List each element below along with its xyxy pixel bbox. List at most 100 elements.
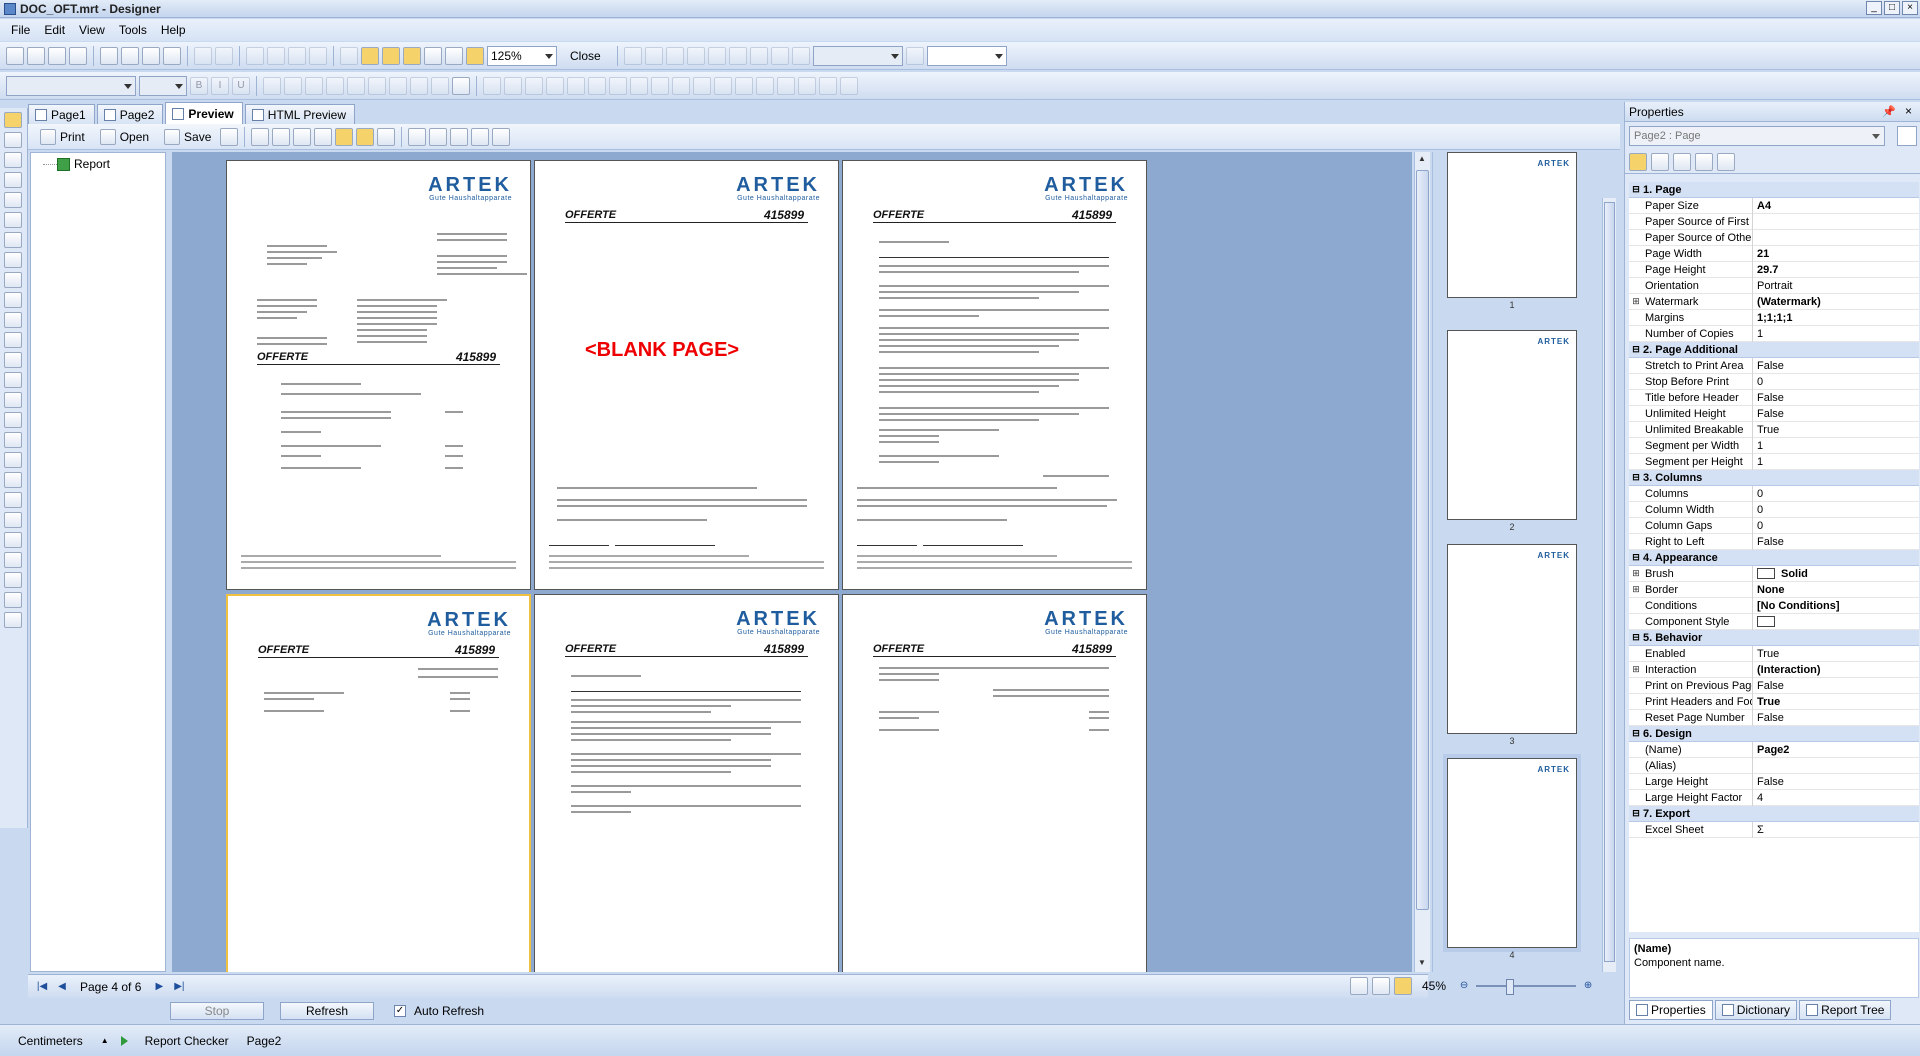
bold-icon[interactable]: B [190,76,208,95]
object-selector[interactable]: Page2 : Page [1629,126,1885,146]
redo-icon[interactable] [215,46,233,65]
gauge-icon[interactable] [4,492,22,508]
next-page-icon[interactable]: ▶ [151,979,167,995]
border-right-icon[interactable] [728,46,747,65]
property-row[interactable]: Conditions [No Conditions] [1629,597,1919,614]
property-value[interactable]: Portrait [1753,278,1919,294]
property-row[interactable]: Enabled True [1629,645,1919,662]
property-value[interactable]: True [1753,694,1919,710]
collapse-icon[interactable]: ⊟ [1629,808,1643,819]
property-value[interactable]: Σ [1753,822,1919,838]
property-value[interactable]: False [1753,774,1919,790]
property-row[interactable]: Page Width 21 [1629,245,1919,262]
rotate-icon[interactable] [410,76,428,95]
zoom-in-icon[interactable]: ⊕ [1580,978,1596,994]
image-icon[interactable] [4,312,22,328]
property-row[interactable]: Paper Size A4 [1629,197,1919,214]
horizontal-line-icon[interactable] [4,532,22,548]
property-value[interactable]: (Watermark) [1753,294,1919,310]
property-row[interactable]: Unlimited Breakable True [1629,421,1919,438]
align-grid-icon[interactable] [382,46,400,65]
one-page-icon[interactable] [1350,977,1368,995]
property-value[interactable]: 0 [1753,518,1919,534]
new-page-icon[interactable] [100,46,118,65]
property-row[interactable]: ⊞ Watermark (Watermark) [1629,293,1919,310]
rich-text-icon[interactable] [4,292,22,308]
collapse-icon[interactable]: ⊟ [1629,184,1643,195]
border-bottom-icon[interactable] [707,46,726,65]
header-band-icon[interactable] [4,252,22,268]
align-bottom-icon[interactable] [389,76,407,95]
select-all-icon[interactable] [340,46,358,65]
copy-icon[interactable] [267,46,285,65]
property-pages-icon[interactable] [1673,152,1691,171]
rounded-rectangle-icon[interactable] [4,592,22,608]
new-form-icon[interactable] [121,46,139,65]
link-icon[interactable] [840,76,858,95]
thumbnails-scrollbar[interactable] [1602,198,1616,972]
expand-icon[interactable]: ⊞ [1629,584,1643,595]
property-row[interactable]: Columns 0 [1629,485,1919,502]
minimize-button[interactable]: _ [1866,1,1882,15]
collapse-icon[interactable]: ⊟ [1629,632,1643,643]
highlight-icon[interactable] [452,76,470,95]
move-forward-icon[interactable] [777,76,795,95]
align-to-grid-icon[interactable] [483,76,501,95]
align-left-icon[interactable] [263,76,281,95]
new-page-icon[interactable] [251,127,270,146]
font-style-icon[interactable] [905,46,924,65]
text-color-icon[interactable] [431,76,449,95]
clone-icon[interactable] [4,392,22,408]
collapse-icon[interactable]: ⊟ [1629,552,1643,563]
send-to-back-icon[interactable] [756,76,774,95]
property-value[interactable]: 1 [1753,326,1919,342]
scroll-thumb[interactable] [1416,170,1429,910]
font-name-combo[interactable] [6,75,136,96]
events-icon[interactable] [1695,152,1713,171]
cross-tab-icon[interactable] [4,452,22,468]
align-rights-icon[interactable] [546,76,564,95]
save-button[interactable]: Save [158,128,217,145]
tab-preview[interactable]: Preview [165,102,243,124]
print-button[interactable]: Print [34,128,91,145]
border-none-icon[interactable] [644,46,663,65]
property-value[interactable]: False [1753,710,1919,726]
text-box-icon[interactable] [4,272,22,288]
collapse-icon[interactable]: ⊟ [1629,472,1643,483]
property-row[interactable]: Title before Header False [1629,389,1919,406]
align-bottoms-icon[interactable] [609,76,627,95]
thumbnail-page-2[interactable]: ARTEK [1447,330,1577,520]
line-style-combo[interactable] [812,45,903,66]
table-icon[interactable] [4,432,22,448]
make-same-width-icon[interactable] [651,76,669,95]
property-category[interactable]: ⊟ 7. Export [1629,806,1919,822]
page-size-icon[interactable] [314,127,333,146]
property-value[interactable]: 4 [1753,790,1919,806]
expand-icon[interactable]: ⊞ [1629,296,1643,307]
property-category[interactable]: ⊟ 3. Columns [1629,470,1919,486]
tab-report-tree[interactable]: Report Tree [1799,1000,1892,1020]
cut-icon[interactable] [246,46,264,65]
property-row[interactable]: Print on Previous Page False [1629,677,1919,694]
property-value[interactable]: 0 [1753,374,1919,390]
preview-page-3[interactable]: ARTEK Gute Haushaltapparate OFFERTE 41589… [842,160,1147,590]
property-row[interactable]: Orientation Portrait [1629,277,1919,294]
property-row[interactable]: Reset Page Number False [1629,709,1919,726]
tab-html-preview[interactable]: HTML Preview [244,104,356,124]
scroll-up-icon[interactable]: ▲ [1417,154,1427,164]
justify-icon[interactable] [326,76,344,95]
move-backward-icon[interactable] [798,76,816,95]
undo-icon[interactable] [194,46,212,65]
align-tops-icon[interactable] [567,76,585,95]
alphabetical-icon[interactable] [1651,152,1669,171]
bookmarks-icon[interactable] [356,127,375,146]
expand-icon[interactable]: ⊞ [1629,664,1643,675]
property-value[interactable]: False [1753,390,1919,406]
property-value[interactable]: False [1753,358,1919,374]
thumbnail-page-3[interactable]: ARTEK [1447,544,1577,734]
property-row[interactable]: Unlimited Height False [1629,405,1919,422]
border-top-icon[interactable] [686,46,705,65]
property-value[interactable]: 0 [1753,502,1919,518]
property-row[interactable]: Segment per Height 1 [1629,453,1919,470]
tab-dictionary[interactable]: Dictionary [1714,1000,1798,1020]
